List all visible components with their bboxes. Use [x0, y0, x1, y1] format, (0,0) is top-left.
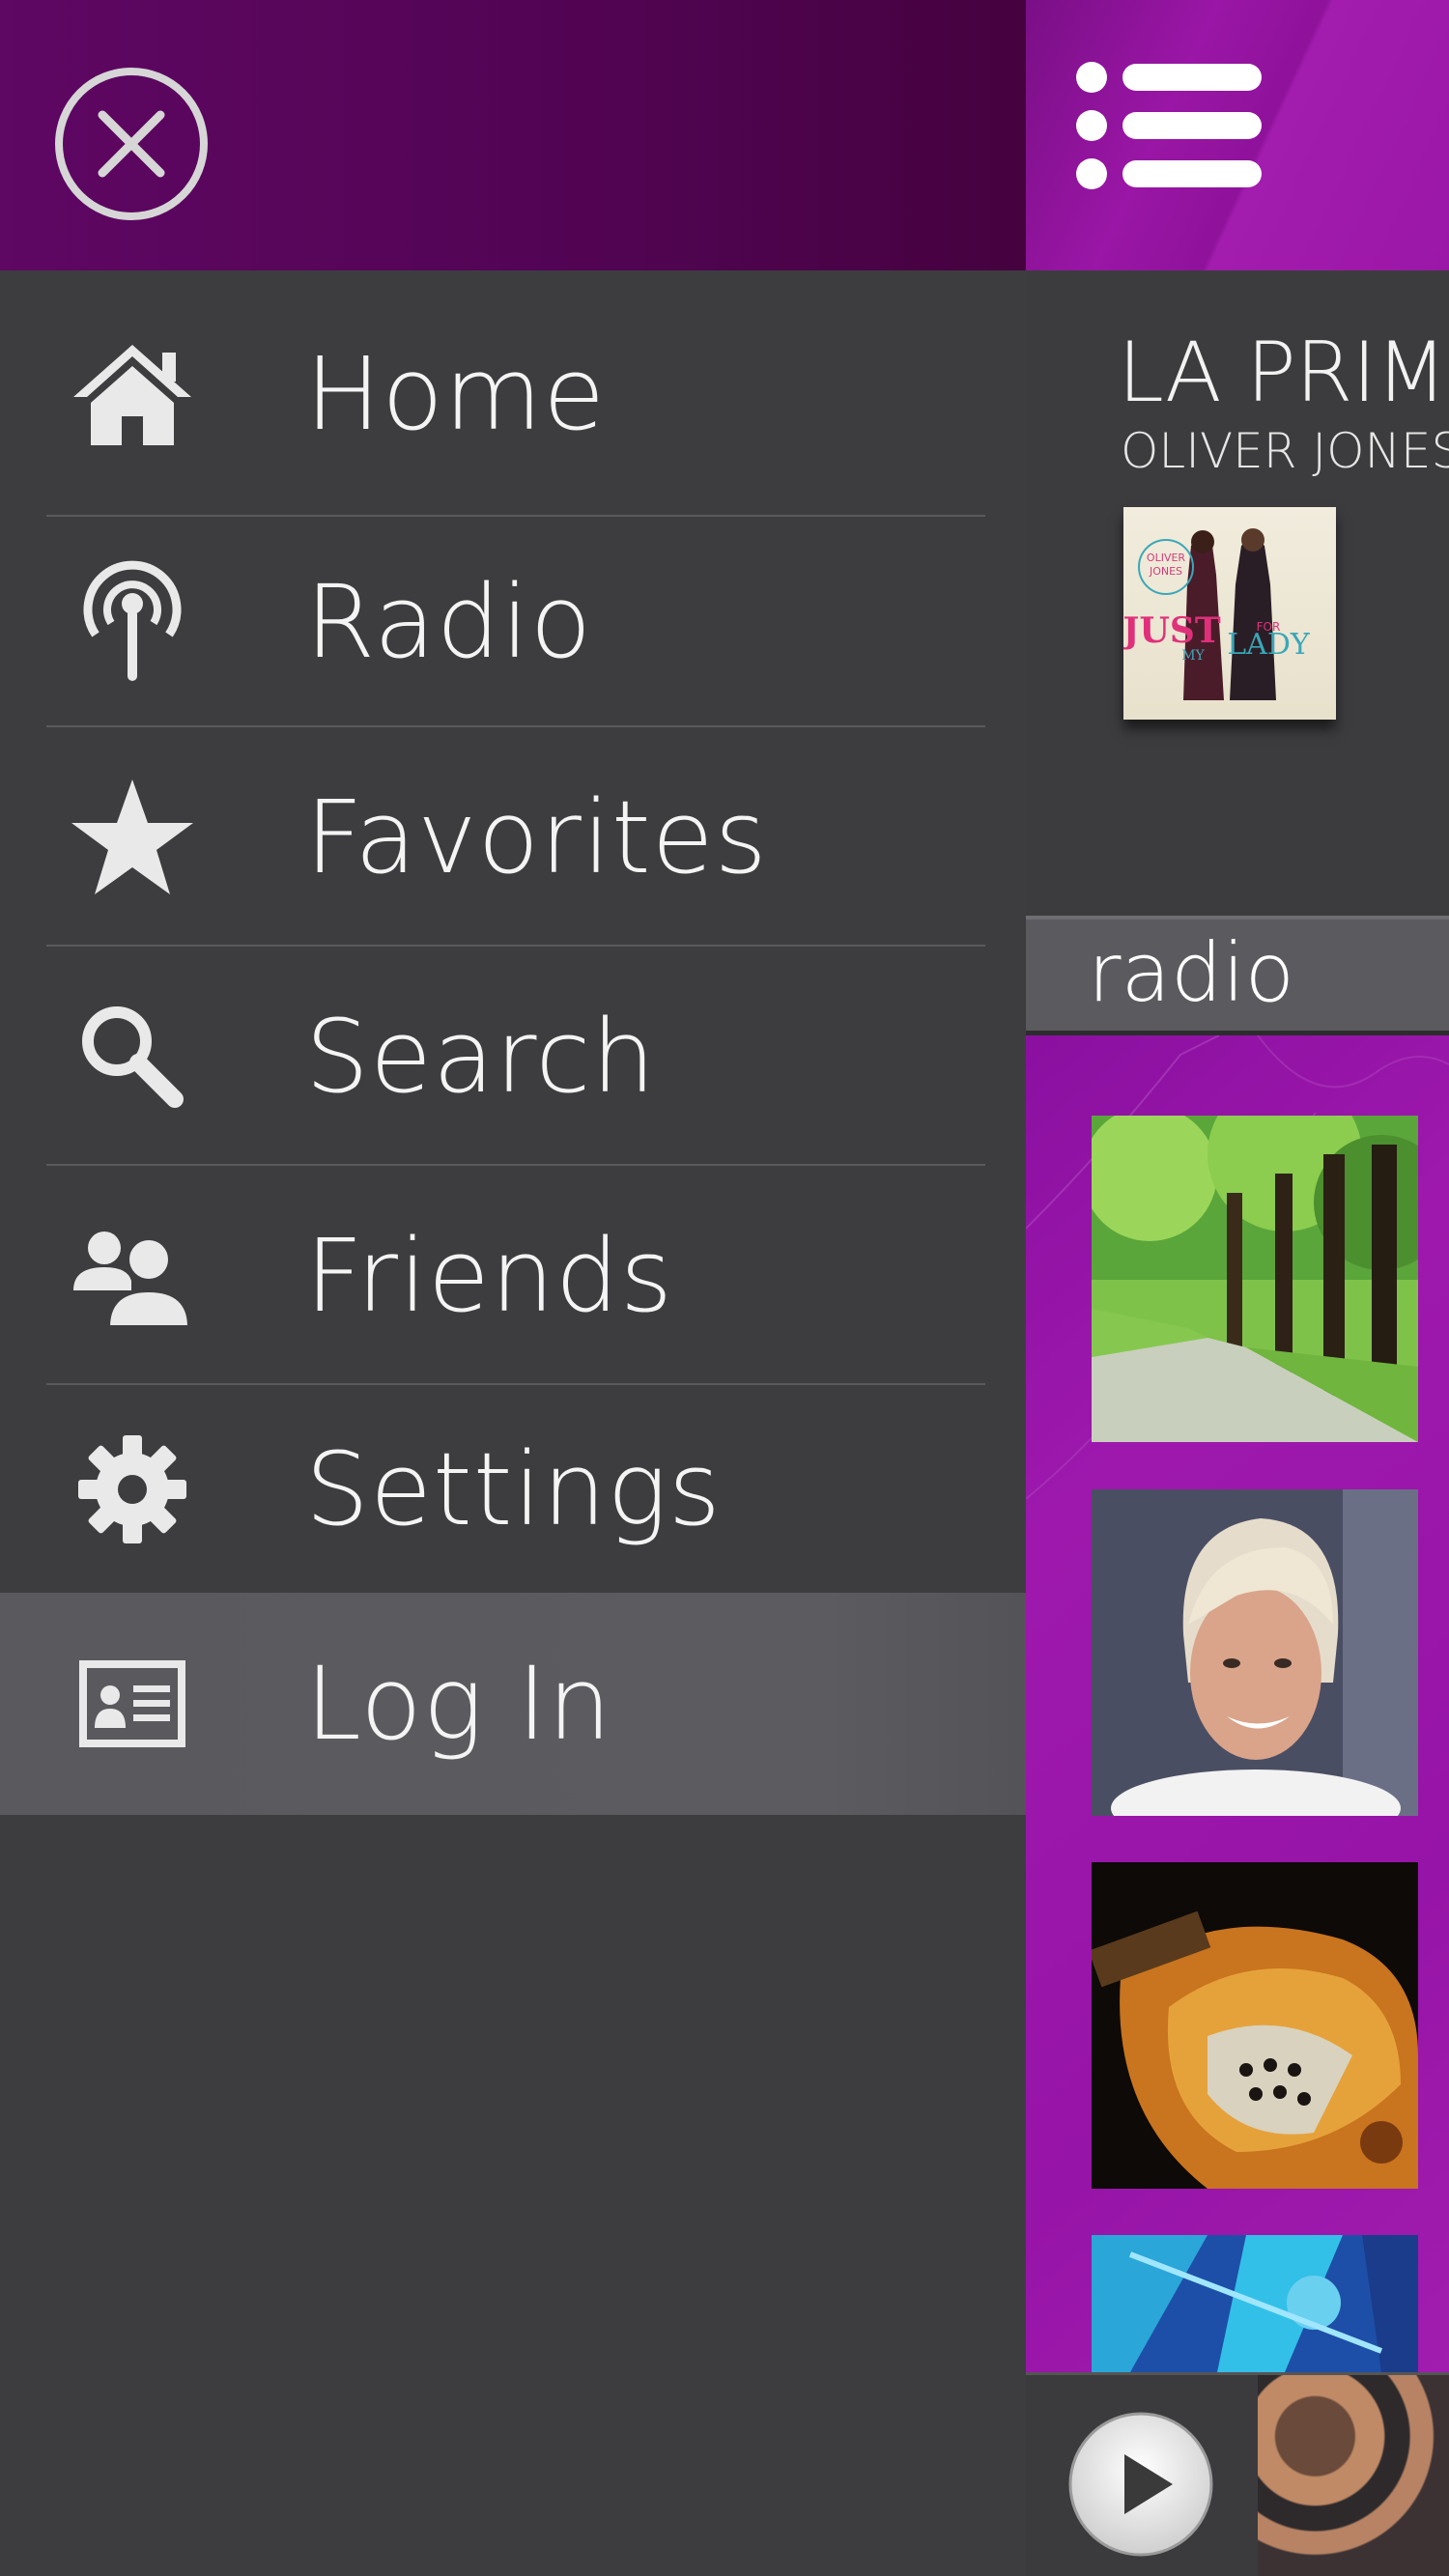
now-playing-title: LA PRIM	[1118, 325, 1447, 421]
menu-item-label: Friends	[305, 1216, 674, 1335]
search-icon	[60, 984, 205, 1129]
main-content-peek: LA PRIM OLIVER JONES OLIVER JONES JUST F…	[1026, 0, 1449, 2576]
menu-item-log-in[interactable]: Log In	[0, 1593, 1026, 1815]
now-playing-artist: OLIVER JONES	[1121, 423, 1449, 479]
album-cover-art: OLIVER JONES JUST FOR MY LADY	[1123, 528, 1311, 700]
station-thumbnail[interactable]	[1092, 1862, 1418, 2189]
forest-path-photo	[1092, 1116, 1418, 1442]
svg-text:LADY: LADY	[1227, 628, 1311, 662]
menu-button[interactable]	[1074, 60, 1267, 191]
album-cover[interactable]: OLIVER JONES JUST FOR MY LADY	[1123, 507, 1336, 720]
close-circle-icon	[55, 68, 208, 220]
navigation-drawer: Home Radio Favorites Search Friends Sett…	[0, 0, 1026, 2576]
blonde-woman-portrait	[1092, 1489, 1418, 1816]
home-icon	[60, 322, 205, 467]
drawer-header	[0, 0, 1026, 270]
station-thumbnail[interactable]	[1092, 1489, 1418, 1816]
menu-item-search[interactable]: Search	[0, 947, 1026, 1166]
menu-item-settings[interactable]: Settings	[0, 1385, 1026, 1593]
star-icon	[60, 765, 205, 910]
svg-text:JONES: JONES	[1149, 565, 1182, 578]
menu-item-favorites[interactable]: Favorites	[0, 727, 1026, 947]
play-icon	[1068, 2412, 1213, 2557]
menu-item-label: Search	[305, 997, 657, 1116]
station-list	[1026, 1035, 1449, 2372]
content-header	[1026, 0, 1449, 270]
menu-item-home[interactable]: Home	[0, 270, 1026, 517]
drawer-menu: Home Radio Favorites Search Friends Sett…	[0, 270, 1026, 1815]
id-card-icon	[60, 1631, 205, 1776]
close-drawer-button[interactable]	[52, 65, 211, 223]
svg-text:OLIVER: OLIVER	[1147, 552, 1186, 564]
station-thumbnail[interactable]	[1092, 2235, 1418, 2372]
friends-icon	[60, 1203, 205, 1348]
menu-item-label: Radio	[305, 563, 593, 681]
list-menu-icon	[1076, 62, 1262, 189]
menu-item-friends[interactable]: Friends	[0, 1166, 1026, 1385]
guitar-closeup-photo	[1092, 1862, 1418, 2189]
now-playing-panel[interactable]: LA PRIM OLIVER JONES OLIVER JONES JUST F…	[1026, 270, 1449, 916]
concert-lights-photo	[1092, 2235, 1418, 2372]
menu-item-label: Settings	[305, 1430, 722, 1548]
menu-item-label: Log In	[305, 1645, 612, 1763]
section-label: radio	[1088, 925, 1295, 1020]
radio-antenna-icon	[60, 550, 205, 694]
gear-icon	[60, 1417, 205, 1562]
svg-text:MY: MY	[1181, 648, 1205, 664]
station-thumbnail[interactable]	[1092, 1116, 1418, 1442]
menu-item-label: Home	[305, 334, 607, 453]
mini-player	[1026, 2372, 1449, 2576]
menu-item-label: Favorites	[305, 778, 768, 896]
svg-text:JUST: JUST	[1123, 610, 1221, 651]
menu-item-radio[interactable]: Radio	[0, 517, 1026, 727]
play-button[interactable]	[1066, 2410, 1215, 2559]
now-playing-thumbnail[interactable]	[1258, 2375, 1449, 2576]
section-header-radio: radio	[1026, 916, 1449, 1035]
